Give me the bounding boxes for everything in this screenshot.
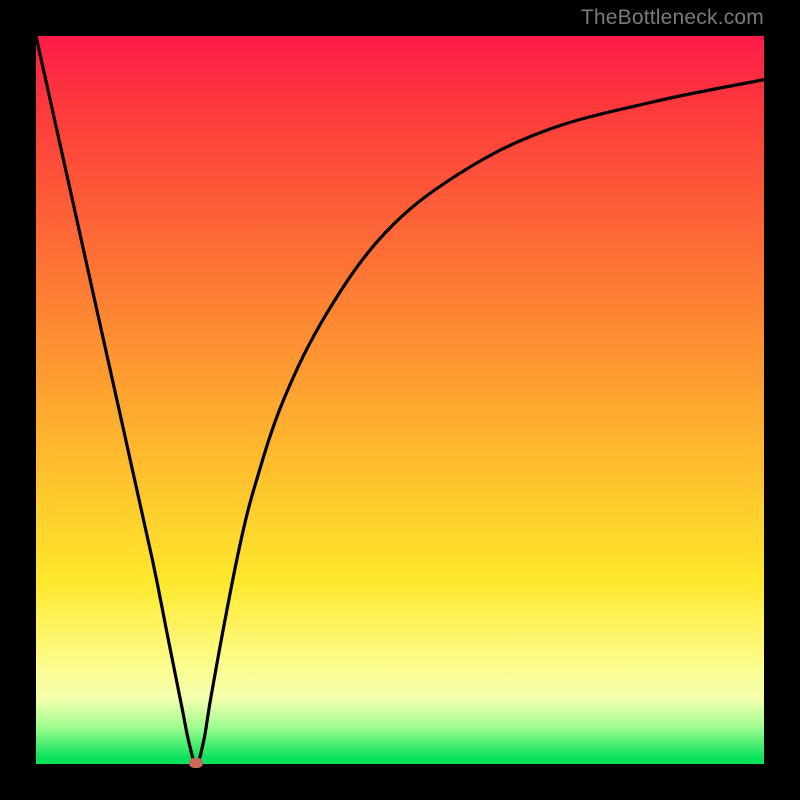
minimum-marker-icon [189,758,203,768]
bottleneck-curve [36,36,764,764]
attribution-text: TheBottleneck.com [581,6,764,30]
plot-area [36,36,764,764]
outer-frame: TheBottleneck.com [0,0,800,800]
